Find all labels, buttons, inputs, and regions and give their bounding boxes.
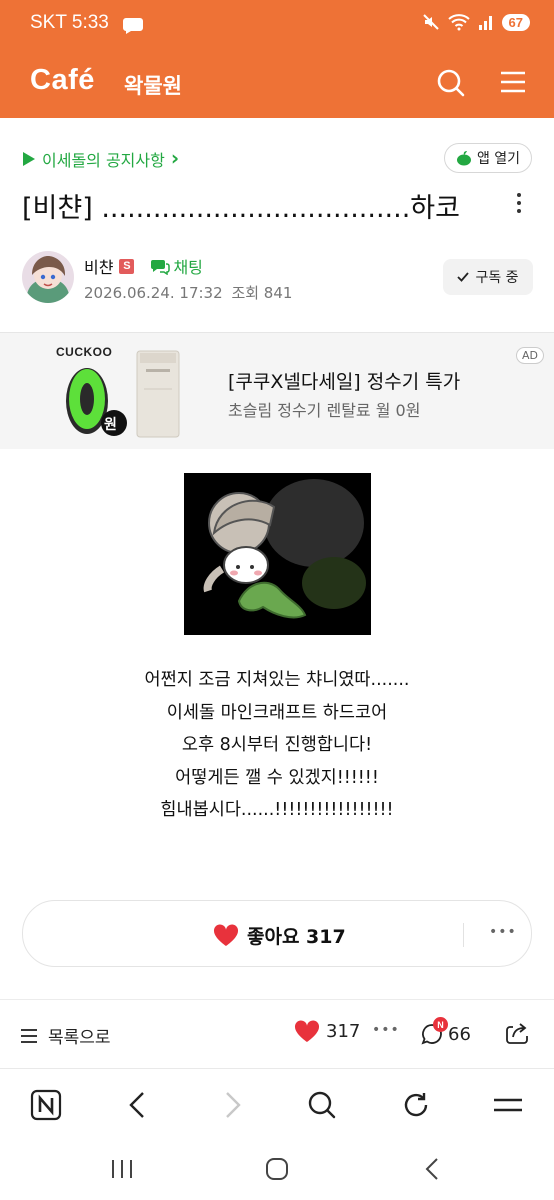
notice-board-link[interactable]: 이세돌의 공지사항 ›	[22, 146, 180, 171]
back-to-list-button[interactable]: 목록으로	[20, 1023, 111, 1048]
home-icon[interactable]	[265, 1157, 289, 1181]
post-action-bar: 목록으로 317 ••• N 66	[0, 1000, 554, 1068]
comment-icon-wrap: N	[420, 1017, 448, 1047]
cafe-name[interactable]: 왁물원	[124, 70, 182, 100]
status-bar: SKT 5:33 67	[0, 0, 554, 50]
view-count: 조회 841	[231, 284, 293, 302]
ad-brand: CUCKOO	[56, 345, 113, 359]
play-triangle-icon	[23, 152, 35, 166]
forward-icon[interactable]	[214, 1087, 250, 1123]
chat-label: 채팅	[173, 258, 203, 277]
like-panel: 좋아요 317 •••	[22, 900, 532, 967]
back-to-list-label: 목록으로	[48, 1028, 111, 1048]
search-icon[interactable]	[436, 68, 466, 98]
browser-menu-icon[interactable]	[490, 1087, 526, 1123]
ad-tag[interactable]: AD	[516, 347, 544, 364]
more-options-icon[interactable]: •••	[489, 924, 517, 940]
app-header: Café 왁물원	[0, 50, 554, 118]
more-vertical-icon[interactable]	[516, 193, 522, 217]
post-date: 2026.06.24. 17:32	[84, 284, 223, 302]
new-badge: N	[433, 1017, 448, 1032]
status-icons: 67	[422, 13, 530, 31]
browser-toolbar	[0, 1068, 554, 1141]
subscribe-button[interactable]: 구독 중	[443, 259, 533, 295]
search-icon[interactable]	[304, 1087, 340, 1123]
cafe-app-icon	[456, 151, 471, 166]
reaction-more-icon[interactable]: •••	[372, 1022, 400, 1038]
ad-unit: 원	[104, 417, 117, 433]
divider	[463, 923, 464, 947]
comment-button[interactable]: N 66	[420, 1017, 471, 1047]
share-icon[interactable]	[504, 1020, 530, 1046]
like-count-button[interactable]: 317	[294, 1020, 360, 1043]
post-image[interactable]	[184, 473, 371, 635]
status-time: SKT 5:33	[30, 12, 109, 33]
refresh-icon[interactable]	[398, 1087, 434, 1123]
battery-indicator: 67	[501, 13, 530, 31]
open-app-label: 앱 열기	[476, 151, 521, 167]
post-meta: 2026.06.24. 17:32 조회 841	[84, 282, 292, 303]
ad-headline: [쿠쿠X넬다세일] 정수기 특가	[228, 371, 461, 393]
character-illustration	[184, 473, 371, 635]
signal-icon	[478, 16, 492, 30]
wifi-icon	[447, 14, 470, 31]
hamburger-menu-icon[interactable]	[500, 70, 526, 94]
avatar-image	[22, 251, 74, 303]
author-avatar[interactable]	[22, 251, 74, 303]
cafe-logo[interactable]: Café	[30, 64, 95, 97]
back-icon[interactable]	[120, 1087, 156, 1123]
heart-icon	[294, 1020, 320, 1042]
author-name[interactable]: 비챤	[84, 254, 113, 278]
post-line: 어떻게든 깰 수 있겠지!!!!!!	[175, 767, 379, 788]
author-row: 비챤 S 채팅	[84, 254, 203, 278]
post-line: 힘내봅시다......!!!!!!!!!!!!!!!!!	[160, 800, 394, 820]
chevron-right-icon: ›	[170, 146, 180, 170]
post-body: 어쩐지 조금 지쳐있는 챠니였따....... 이세돌 마인크래프트 하드코어 …	[0, 664, 554, 827]
chat-bubble-icon	[151, 259, 171, 275]
recent-apps-icon[interactable]	[110, 1158, 134, 1180]
system-back-icon[interactable]	[422, 1157, 442, 1181]
post-line: 이세돌 마인크래프트 하드코어	[166, 702, 388, 723]
post-line: 어쩐지 조금 지쳐있는 챠니였따.......	[144, 670, 410, 690]
ad-banner[interactable]: CUCKOO 원 [쿠쿠X넬다세일] 정수기 특가 초슬림 정수기 렌탈료 월 …	[0, 332, 554, 449]
like-label: 좋아요 317	[247, 926, 346, 948]
open-app-button[interactable]: 앱 열기	[444, 143, 532, 173]
post-line: 오후 8시부터 진행합니다!	[181, 735, 373, 755]
heart-icon	[213, 924, 239, 946]
board-name: 이세돌의 공지사항	[42, 151, 165, 170]
subscribe-label: 구독 중	[475, 270, 519, 286]
post-title: [비챤] ...................................…	[22, 193, 460, 224]
list-icon	[21, 1028, 37, 1043]
staff-badge: S	[119, 258, 135, 274]
chat-notification-icon	[123, 18, 143, 34]
check-icon	[457, 272, 470, 282]
ad-subline: 초슬림 정수기 렌탈료 월 0원	[228, 401, 421, 420]
water-purifier-graphic	[136, 350, 180, 438]
system-navigation-bar	[0, 1140, 554, 1200]
like-button[interactable]: 좋아요 317	[213, 922, 346, 949]
comment-count: 66	[448, 1023, 471, 1045]
mute-icon	[422, 14, 439, 30]
chat-button[interactable]: 채팅	[150, 254, 203, 278]
like-count: 317	[326, 1021, 361, 1042]
naver-n-icon[interactable]	[28, 1087, 64, 1123]
ad-zero-graphic	[66, 368, 127, 436]
